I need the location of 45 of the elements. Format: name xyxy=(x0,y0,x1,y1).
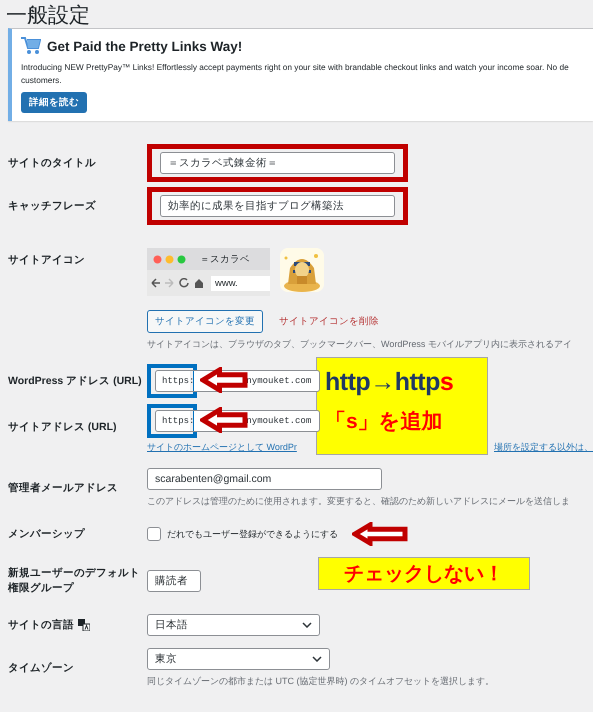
setting-label: タイムゾーン xyxy=(8,660,74,676)
checkbox[interactable] xyxy=(147,527,161,541)
text-field[interactable]: scarabenten@gmail.com xyxy=(147,468,382,490)
setting-label: サイトアイコン xyxy=(8,253,85,268)
setting-label: 管理者メールアドレス xyxy=(8,480,118,496)
setting-label: WordPress アドレス (URL) xyxy=(8,374,142,388)
pointer-arrow xyxy=(200,367,248,393)
setting-label: サイトアドレス (URL) xyxy=(8,420,116,435)
chevron-down-icon xyxy=(302,622,312,628)
page-title: 一般設定 xyxy=(6,3,90,28)
field-description: サイトアイコンは、ブラウザのタブ、ブックマークバー、WordPress モバイルアプリ内に表示されるアイ xyxy=(147,338,573,351)
setting-label: サイトの言語 xyxy=(8,618,74,632)
url-field[interactable]: https: nymouket.com xyxy=(155,410,320,432)
pointer-arrow xyxy=(352,522,408,546)
read-more-button[interactable]: 詳細を読む xyxy=(21,92,87,113)
notice-text: Introducing NEW PrettyPay™ Links! Effortlessly accept payments right on your site with brandable checkout links and watch your income soar. No de xyxy=(21,61,569,74)
notice-text: customers. xyxy=(21,74,62,87)
cart-icon xyxy=(21,37,41,55)
tab-title: ＝スカラベ xyxy=(199,252,250,266)
field-description: このアドレスは管理のために使用されます。変更すると、確認のため新しいアドレスにメールを送信しま xyxy=(147,495,571,508)
description-link[interactable]: 場所を設定する以外は、 xyxy=(494,441,593,454)
field-description: 同じタイムゾーンの都市または UTC (協定世界時) のタイムオフセットを選択します。 xyxy=(147,675,495,688)
callout-note: チェックしない！ xyxy=(318,557,530,590)
setting-label: 新規ユーザーのデフォルト権限グループ xyxy=(8,566,141,596)
notice-heading: Get Paid the Pretty Links Way! xyxy=(47,38,242,54)
remove-icon-link[interactable]: サイトアイコンを削除 xyxy=(279,315,379,328)
translate-icon xyxy=(78,619,90,631)
address-text: www. xyxy=(211,276,270,290)
text-field[interactable]: 効率的に成果を目指すブログ構築法 xyxy=(160,195,395,217)
callout-note: http→https 「s」を追加 xyxy=(316,357,488,455)
select-dropdown[interactable]: 東京 xyxy=(147,648,330,670)
browser-nav-icon xyxy=(151,278,203,288)
select-dropdown[interactable]: 日本語 xyxy=(147,614,320,636)
checkbox-label[interactable]: だれでもユーザー登録ができるようにする xyxy=(167,528,338,540)
setting-label: サイトのタイトル xyxy=(8,156,96,170)
setting-label: キャッチフレーズ xyxy=(8,198,96,214)
pointer-arrow xyxy=(200,407,248,433)
url-field[interactable]: https: nymouket.com xyxy=(155,370,320,392)
description-link[interactable]: サイトのホームページとして WordPr xyxy=(147,441,297,454)
change-icon-button[interactable]: サイトアイコンを変更 xyxy=(147,310,263,333)
select-dropdown[interactable]: 購読者 xyxy=(147,570,201,592)
text-field[interactable]: ＝スカラベ式錬金術＝ xyxy=(160,152,395,174)
setting-label: メンバーシップ xyxy=(8,526,85,542)
chevron-down-icon xyxy=(312,656,322,662)
window-buttons-icon xyxy=(153,254,187,264)
